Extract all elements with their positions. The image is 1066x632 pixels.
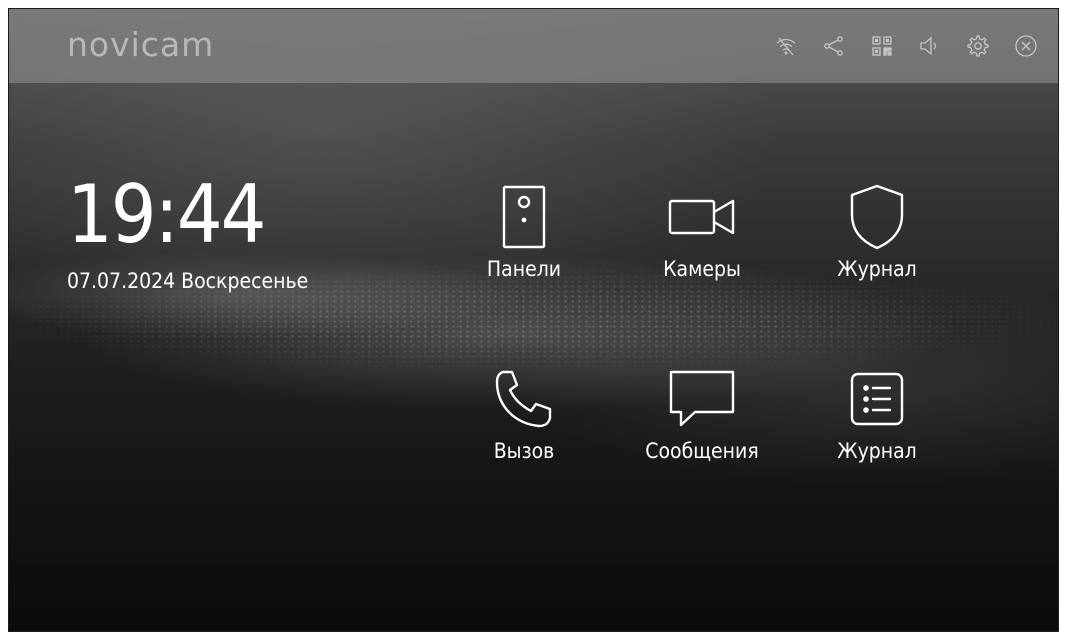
call-button[interactable]: Вызов bbox=[449, 359, 599, 489]
phone-icon bbox=[493, 359, 555, 439]
clock-date: 07.07.2024 Воскресенье bbox=[67, 269, 309, 293]
journal-events-label: Журнал bbox=[837, 257, 917, 281]
shield-icon bbox=[848, 177, 906, 257]
call-label: Вызов bbox=[493, 439, 555, 463]
brand-logo: novicam bbox=[67, 25, 215, 64]
qr-code-icon[interactable] bbox=[868, 32, 896, 60]
clock-time: 19:44 bbox=[67, 168, 266, 261]
cameras-button[interactable]: Камеры bbox=[627, 177, 777, 307]
journal-list-label: Журнал bbox=[837, 439, 917, 463]
home-screen: novicam 19:44 07.07.2024 Воскресенье Пан… bbox=[8, 8, 1059, 632]
wifi-off-icon[interactable] bbox=[772, 32, 800, 60]
message-bubble-icon bbox=[667, 359, 737, 439]
cameras-label: Камеры bbox=[663, 257, 741, 281]
journal-events-button[interactable]: Журнал bbox=[802, 177, 952, 307]
journal-list-button[interactable]: Журнал bbox=[802, 359, 952, 489]
settings-icon[interactable] bbox=[964, 32, 992, 60]
volume-icon[interactable] bbox=[916, 32, 944, 60]
top-icon-group bbox=[772, 31, 1040, 61]
top-bar: novicam bbox=[9, 9, 1058, 83]
share-icon[interactable] bbox=[820, 32, 848, 60]
door-panel-icon bbox=[501, 177, 547, 257]
panels-button[interactable]: Панели bbox=[449, 177, 599, 307]
panels-label: Панели bbox=[486, 257, 562, 281]
video-camera-icon bbox=[667, 177, 737, 257]
messages-label: Сообщения bbox=[645, 439, 759, 463]
messages-button[interactable]: Сообщения bbox=[627, 359, 777, 489]
close-icon[interactable] bbox=[1012, 32, 1040, 60]
list-icon bbox=[849, 359, 905, 439]
